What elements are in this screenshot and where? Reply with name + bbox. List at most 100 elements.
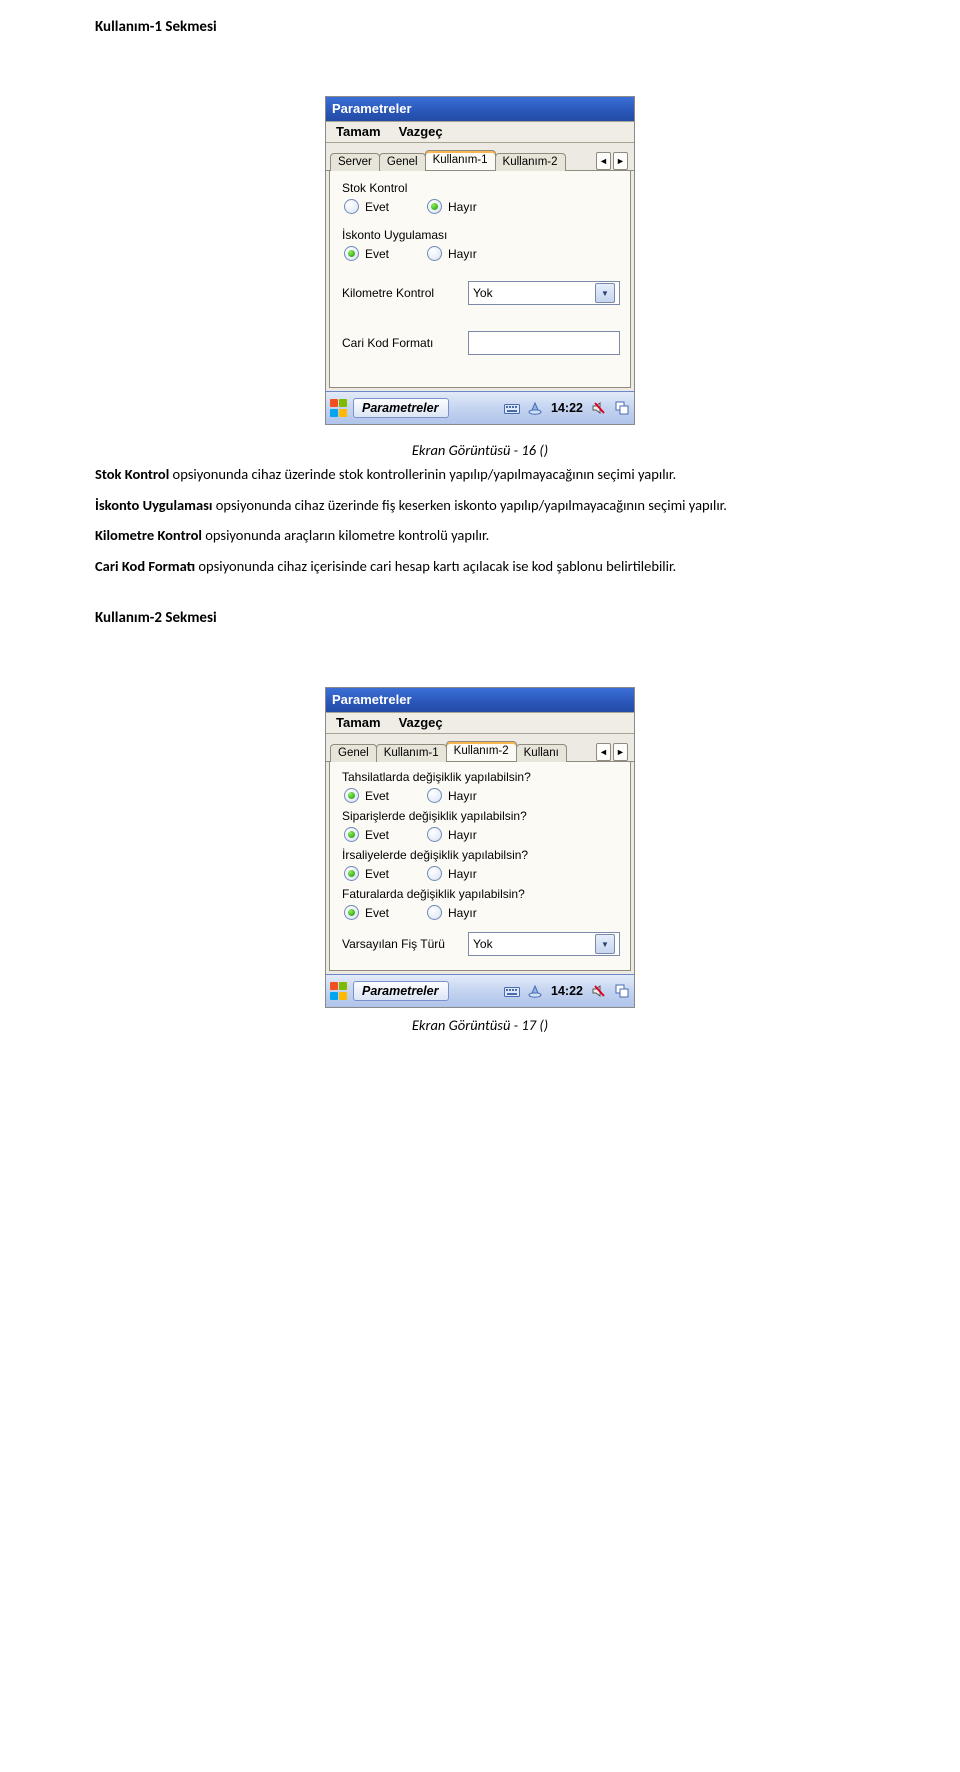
radio-label: Hayır: [448, 906, 477, 920]
taskbar-app-label[interactable]: Parametreler: [353, 398, 449, 418]
tab-scroll-left[interactable]: ◄: [596, 743, 611, 761]
taskbar-clock: 14:22: [549, 401, 585, 415]
radio-iskonto-hayir[interactable]: Hayır: [427, 246, 477, 261]
panel: Stok Kontrol Evet Hayır İskonto Uygulama…: [329, 171, 631, 388]
select-value: Yok: [473, 937, 493, 951]
volume-icon[interactable]: [590, 399, 608, 417]
body-text: Stok Kontrol opsiyonunda cihaz üzerinde …: [95, 465, 865, 575]
group-siparis: Siparişlerde değişiklik yapılabilsin? Ev…: [340, 809, 620, 842]
tab-server[interactable]: Server: [330, 153, 380, 171]
radio-siparis-hayir[interactable]: Hayır: [427, 827, 477, 842]
radio-siparis-evet[interactable]: Evet: [344, 827, 389, 842]
tab-kullanim1[interactable]: Kullanım-1: [425, 150, 496, 170]
row-varsayilan-fis: Varsayılan Fiş Türü Yok ▼: [342, 932, 620, 956]
select-varsayilan-fis[interactable]: Yok ▼: [468, 932, 620, 956]
keyboard-icon[interactable]: [503, 399, 521, 417]
windows-tray-icon[interactable]: [613, 982, 631, 1000]
chevron-down-icon: ▼: [595, 283, 615, 303]
tabbar: Genel Kullanım-1 Kullanım-2 Kullanı ◄ ►: [326, 734, 634, 762]
radio-label: Evet: [365, 906, 389, 920]
radio-irsaliye-evet[interactable]: Evet: [344, 866, 389, 881]
radio-stok-evet[interactable]: Evet: [344, 199, 389, 214]
para-stok: Stok Kontrol opsiyonunda cihaz üzerinde …: [95, 465, 865, 484]
taskbar: Parametreler 14:22: [326, 391, 634, 424]
radio-dot-selected-icon: [344, 866, 359, 881]
radio-label: Evet: [365, 789, 389, 803]
radio-tahsilat-evet[interactable]: Evet: [344, 788, 389, 803]
radio-label: Evet: [365, 247, 389, 261]
menubar: Tamam Vazgeç: [326, 712, 634, 734]
radio-tahsilat-hayir[interactable]: Hayır: [427, 788, 477, 803]
group-tahsilat: Tahsilatlarda değişiklik yapılabilsin? E…: [340, 770, 620, 803]
pda-window-1: Parametreler Tamam Vazgeç Server Genel K…: [325, 96, 635, 425]
label-kilometre: Kilometre Kontrol: [342, 286, 458, 300]
group-irsaliye: İrsaliyelerde değişiklik yapılabilsin? E…: [340, 848, 620, 881]
radio-label: Hayır: [448, 247, 477, 261]
radio-dot-selected-icon: [344, 827, 359, 842]
menubar: Tamam Vazgeç: [326, 121, 634, 143]
group-fatura: Faturalarda değişiklik yapılabilsin? Eve…: [340, 887, 620, 920]
radio-label: Hayır: [448, 200, 477, 214]
select-kilometre[interactable]: Yok ▼: [468, 281, 620, 305]
tab-scroll-right[interactable]: ►: [613, 152, 628, 170]
radio-stok-hayir[interactable]: Hayır: [427, 199, 477, 214]
radio-label: Evet: [365, 867, 389, 881]
row-carikod: Cari Kod Formatı: [342, 331, 620, 355]
radio-label: Evet: [365, 828, 389, 842]
radio-iskonto-evet[interactable]: Evet: [344, 246, 389, 261]
windows-tray-icon[interactable]: [613, 399, 631, 417]
tab-kullanim2[interactable]: Kullanım-2: [495, 153, 566, 171]
network-icon[interactable]: [526, 399, 544, 417]
caption-1: Ekran Görüntüsü - 16 (): [95, 441, 865, 459]
radio-fatura-evet[interactable]: Evet: [344, 905, 389, 920]
caption-2: Ekran Görüntüsü - 17 (): [95, 1016, 865, 1034]
radio-dot-selected-icon: [427, 199, 442, 214]
tab-scroll-left[interactable]: ◄: [596, 152, 611, 170]
group-stok-kontrol: Stok Kontrol Evet Hayır: [340, 181, 620, 214]
pda-window-2: Parametreler Tamam Vazgeç Genel Kullanım…: [325, 687, 635, 1008]
start-flag-icon[interactable]: [329, 398, 349, 418]
taskbar-clock: 14:22: [549, 984, 585, 998]
tab-genel[interactable]: Genel: [379, 153, 426, 171]
tab-kullanim2[interactable]: Kullanım-2: [446, 741, 517, 761]
window-title: Parametreler: [326, 97, 634, 121]
tab-kullani-cut[interactable]: Kullanı: [516, 744, 567, 762]
radio-dot-icon: [427, 905, 442, 920]
screenshot-1-wrap: Parametreler Tamam Vazgeç Server Genel K…: [95, 96, 865, 425]
radio-dot-icon: [427, 246, 442, 261]
taskbar-app-label[interactable]: Parametreler: [353, 981, 449, 1001]
menu-ok[interactable]: Tamam: [336, 715, 381, 730]
para-kilometre: Kilometre Kontrol opsiyonunda araçların …: [95, 526, 865, 545]
volume-icon[interactable]: [590, 982, 608, 1000]
radio-dot-selected-icon: [344, 788, 359, 803]
input-carikod[interactable]: [468, 331, 620, 355]
label-varsayilan-fis: Varsayılan Fiş Türü: [342, 937, 458, 951]
para-carikod: Cari Kod Formatı opsiyonunda cihaz içeri…: [95, 557, 865, 576]
radio-irsaliye-hayir[interactable]: Hayır: [427, 866, 477, 881]
row-kilometre: Kilometre Kontrol Yok ▼: [342, 281, 620, 305]
chevron-down-icon: ▼: [595, 934, 615, 954]
taskbar: Parametreler 14:22: [326, 974, 634, 1007]
group-title: İskonto Uygulaması: [342, 228, 620, 242]
tab-scroll-nav: ◄ ►: [596, 152, 630, 170]
group-iskonto: İskonto Uygulaması Evet Hayır: [340, 228, 620, 261]
network-icon[interactable]: [526, 982, 544, 1000]
radio-label: Hayır: [448, 828, 477, 842]
start-flag-icon[interactable]: [329, 981, 349, 1001]
tray: 14:22: [503, 399, 631, 417]
menu-cancel[interactable]: Vazgeç: [399, 124, 443, 139]
select-value: Yok: [473, 286, 493, 300]
menu-cancel[interactable]: Vazgeç: [399, 715, 443, 730]
radio-dot-selected-icon: [344, 905, 359, 920]
tab-kullanim1[interactable]: Kullanım-1: [376, 744, 447, 762]
tab-scroll-right[interactable]: ►: [613, 743, 628, 761]
menu-ok[interactable]: Tamam: [336, 124, 381, 139]
radio-dot-selected-icon: [344, 246, 359, 261]
para-iskonto: İskonto Uygulaması opsiyonunda cihaz üze…: [95, 496, 865, 515]
keyboard-icon[interactable]: [503, 982, 521, 1000]
tab-genel[interactable]: Genel: [330, 744, 377, 762]
radio-fatura-hayir[interactable]: Hayır: [427, 905, 477, 920]
tab-scroll-nav: ◄ ►: [596, 743, 630, 761]
group-title: Tahsilatlarda değişiklik yapılabilsin?: [342, 770, 620, 784]
section-heading-kullanim2: Kullanım-2 Sekmesi: [95, 609, 865, 627]
